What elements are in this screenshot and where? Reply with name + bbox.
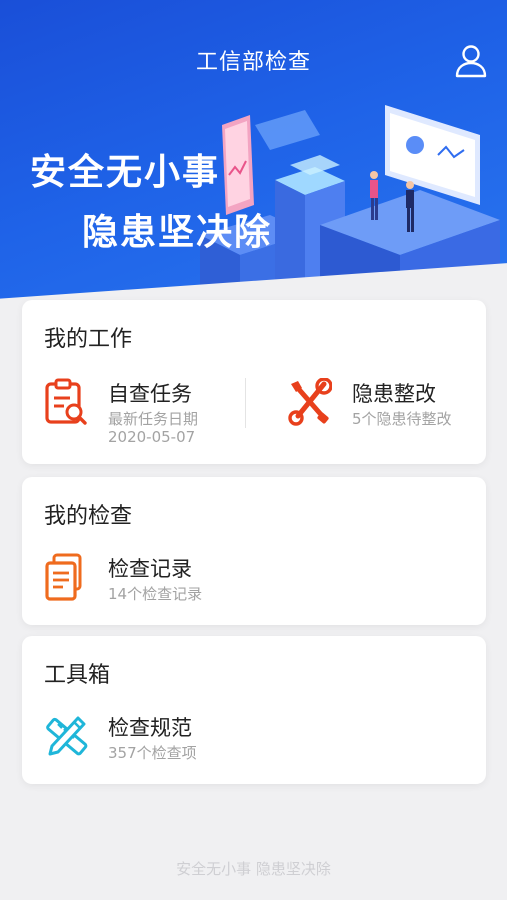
- ruler-pencil-icon: [46, 716, 88, 756]
- item-name: 自查任务: [108, 382, 192, 406]
- item-subtitle: 14个检查记录: [108, 585, 203, 603]
- item-subtitle: 5个隐患待整改: [352, 410, 452, 428]
- divider: [245, 378, 246, 428]
- item-subtitle: 最新任务日期: [108, 410, 199, 428]
- self-check-task-item[interactable]: 自查任务 最新任务日期 2020-05-07: [44, 378, 234, 448]
- inspection-records-item[interactable]: 检查记录 14个检查记录: [44, 553, 304, 613]
- item-name: 隐患整改: [352, 382, 436, 406]
- item-name: 检查记录: [108, 557, 192, 581]
- card-title: 工具箱: [44, 663, 111, 688]
- footer-slogan: 安全无小事 隐患坚决除: [176, 860, 331, 878]
- item-subtitle: 357个检查项: [108, 744, 197, 762]
- card-title: 我的工作: [44, 327, 133, 352]
- my-inspection-card: 我的检查 检查记录 14个检查记录: [22, 477, 486, 625]
- item-date: 2020-05-07: [108, 428, 196, 446]
- documents-icon: [45, 553, 82, 601]
- hero-banner: 工信部检查 安全无小事 隐患坚决除: [0, 0, 507, 350]
- inspection-standards-item[interactable]: 检查规范 357个检查项: [44, 712, 304, 772]
- clipboard-search-icon: [45, 378, 87, 425]
- user-icon[interactable]: [455, 44, 487, 78]
- item-name: 检查规范: [108, 716, 192, 740]
- wrench-screwdriver-icon: [288, 378, 332, 426]
- slogan-line-2: 隐患坚决除: [82, 212, 273, 253]
- slogan-line-1: 安全无小事: [30, 152, 221, 193]
- toolbox-card: 工具箱 检查规范 357个检查项: [22, 636, 486, 784]
- my-work-card: 我的工作 自查任务 最新任务日期 2020-05-07 隐患整改 5个隐患待整改: [22, 300, 486, 464]
- hazard-rectification-item[interactable]: 隐患整改 5个隐患待整改: [288, 378, 478, 448]
- app-title: 工信部检查: [195, 50, 311, 75]
- card-title: 我的检查: [44, 504, 133, 529]
